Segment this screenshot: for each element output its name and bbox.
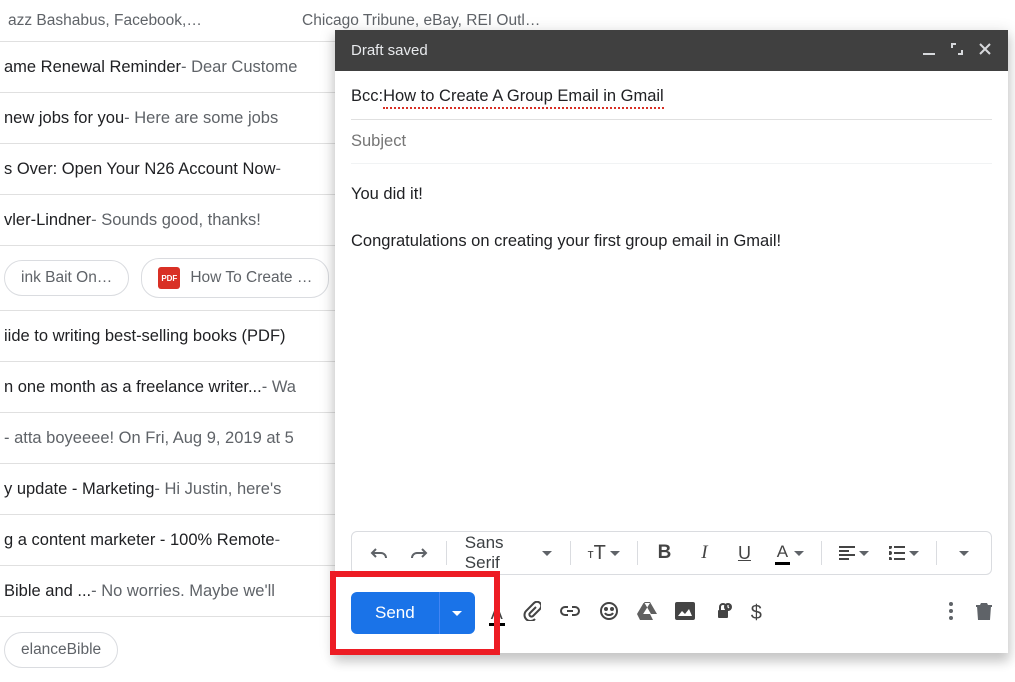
send-group: Send [351,592,475,634]
close-icon[interactable] [978,42,992,60]
underline-button[interactable]: U [727,538,761,568]
formatting-toolbar: Sans Serif тT B I U A [351,531,992,575]
more-formatting-icon[interactable] [947,538,981,568]
italic-button[interactable]: I [687,538,721,568]
bcc-field[interactable]: Bcc: How to Create A Group Email in Gmai… [351,71,992,120]
sender-col-1: azz Bashabus, Facebook,… [8,12,278,30]
pdf-icon: PDF [158,267,180,289]
align-button[interactable] [832,538,876,568]
sender-col-2: Chicago Tribune, eBay, REI Outl… [278,12,542,30]
discard-icon[interactable] [976,601,992,626]
compose-window: Draft saved Bcc: How to Create A Group E… [335,30,1008,653]
bold-button[interactable]: B [647,538,681,568]
font-select[interactable]: Sans Serif [457,533,560,573]
compose-action-bar: Send A $ [351,591,992,635]
fullscreen-icon[interactable] [950,42,964,60]
send-options-button[interactable] [439,592,475,634]
attachment-chip[interactable]: elanceBible [4,632,118,668]
more-options-icon[interactable] [948,601,954,626]
bcc-label: Bcc: [351,87,383,106]
formatting-toggle-icon[interactable]: A [489,603,505,624]
redo-icon[interactable] [402,538,436,568]
chevron-down-icon [542,551,552,556]
text-color-button[interactable]: A [767,538,811,568]
minimize-icon[interactable] [922,42,936,60]
dollar-icon[interactable]: $ [751,602,762,625]
emoji-icon[interactable] [599,601,619,626]
photo-icon[interactable] [675,602,695,625]
attachment-chip[interactable]: PDFHow To Create … [141,258,329,298]
send-button[interactable]: Send [351,592,439,634]
bcc-recipient[interactable]: How to Create A Group Email in Gmail [383,87,664,109]
confidential-icon[interactable] [713,601,733,626]
drive-icon[interactable] [637,602,657,625]
compose-header[interactable]: Draft saved [335,30,1008,71]
link-icon[interactable] [559,604,581,622]
attach-icon[interactable] [523,601,541,626]
list-button[interactable] [882,538,926,568]
undo-icon[interactable] [362,538,396,568]
compose-title: Draft saved [351,42,428,59]
subject-input[interactable] [351,120,992,164]
compose-body[interactable]: You did it! Congratulations on creating … [351,164,992,254]
attachment-chip[interactable]: ink Bait On… [4,260,129,296]
font-size-icon[interactable]: тT [581,538,627,568]
